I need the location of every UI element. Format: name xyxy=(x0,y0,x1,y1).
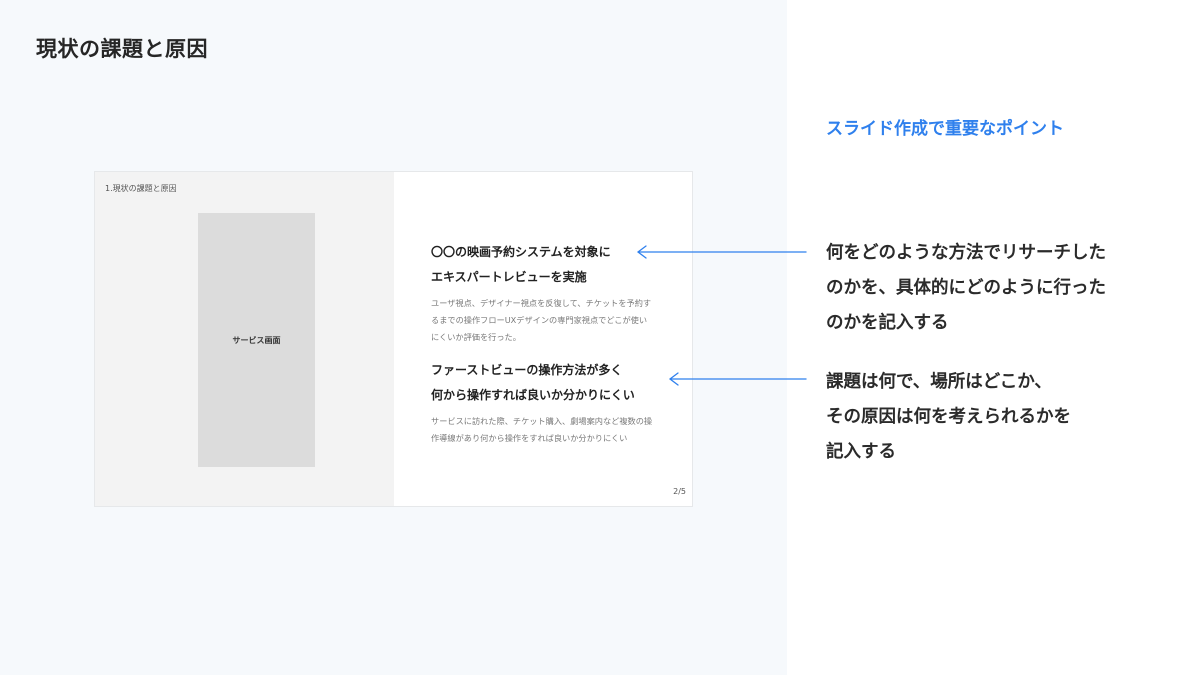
finding-heading-line: エキスパートレビューを実施 xyxy=(431,270,587,284)
finding-body-line: 作導線があり何から操作をすれば良いか分かりにくい xyxy=(431,433,628,443)
finding-heading-line: 何から操作すれば良いか分かりにくい xyxy=(431,388,635,402)
point-note-line: その原因は何を考えられるかを xyxy=(826,407,1071,427)
point-note-line: 記入する xyxy=(826,442,896,462)
finding-body: ユーザ視点、デザイナー視点を反復して、チケットを予約す るまでの操作フローUXデ… xyxy=(431,295,671,346)
finding-heading-line: 〇〇の映画予約システムを対象に xyxy=(431,245,611,259)
slide-right-panel: 〇〇の映画予約システムを対象に エキスパートレビューを実施 ユーザ視点、デザイナ… xyxy=(394,172,692,506)
finding-heading-line: ファーストビューの操作方法が多く xyxy=(431,363,623,377)
finding-issue: ファーストビューの操作方法が多く 何から操作すれば良いか分かりにくい サービスに… xyxy=(431,358,671,447)
screen-placeholder: サービス画面 xyxy=(198,213,315,467)
point-note-line: のかを記入する xyxy=(826,313,949,333)
screen-placeholder-label: サービス画面 xyxy=(232,335,281,345)
finding-body-line: サービスに訪れた際、チケット購入、劇場案内など複数の操 xyxy=(431,416,653,426)
point-note-issue: 課題は何で、場所はどこか、 その原因は何を考えられるかを 記入する xyxy=(826,365,1186,470)
point-note-research: 何をどのような方法でリサーチした のかを、具体的にどのように行った のかを記入す… xyxy=(826,236,1186,341)
finding-heading: ファーストビューの操作方法が多く 何から操作すれば良いか分かりにくい xyxy=(431,358,671,408)
point-note-line: 何をどのような方法でリサーチした xyxy=(826,243,1106,263)
page-title: 現状の課題と原因 xyxy=(36,37,208,61)
slide-left-panel: 1.現状の課題と原因 サービス画面 xyxy=(95,172,394,506)
finding-body-line: ユーザ視点、デザイナー視点を反復して、チケットを予約す xyxy=(431,298,652,308)
point-note-line: のかを、具体的にどのように行った xyxy=(826,278,1106,298)
points-heading: スライド作成で重要なポイント xyxy=(826,119,1064,139)
slide-page-number: 2/5 xyxy=(673,487,686,496)
finding-research: 〇〇の映画予約システムを対象に エキスパートレビューを実施 ユーザ視点、デザイナ… xyxy=(431,240,671,346)
point-note-line: 課題は何で、場所はどこか、 xyxy=(826,372,1052,392)
finding-body: サービスに訪れた際、チケット購入、劇場案内など複数の操 作導線があり何から操作を… xyxy=(431,413,671,447)
finding-body-line: にくいか評価を行った。 xyxy=(431,332,521,342)
finding-heading: 〇〇の映画予約システムを対象に エキスパートレビューを実施 xyxy=(431,240,671,290)
slide-preview: 1.現状の課題と原因 サービス画面 〇〇の映画予約システムを対象に エキスパート… xyxy=(94,171,693,507)
slide-breadcrumb: 1.現状の課題と原因 xyxy=(105,184,177,193)
finding-body-line: るまでの操作フローUXデザインの専門家視点でどこが使い xyxy=(431,315,648,325)
